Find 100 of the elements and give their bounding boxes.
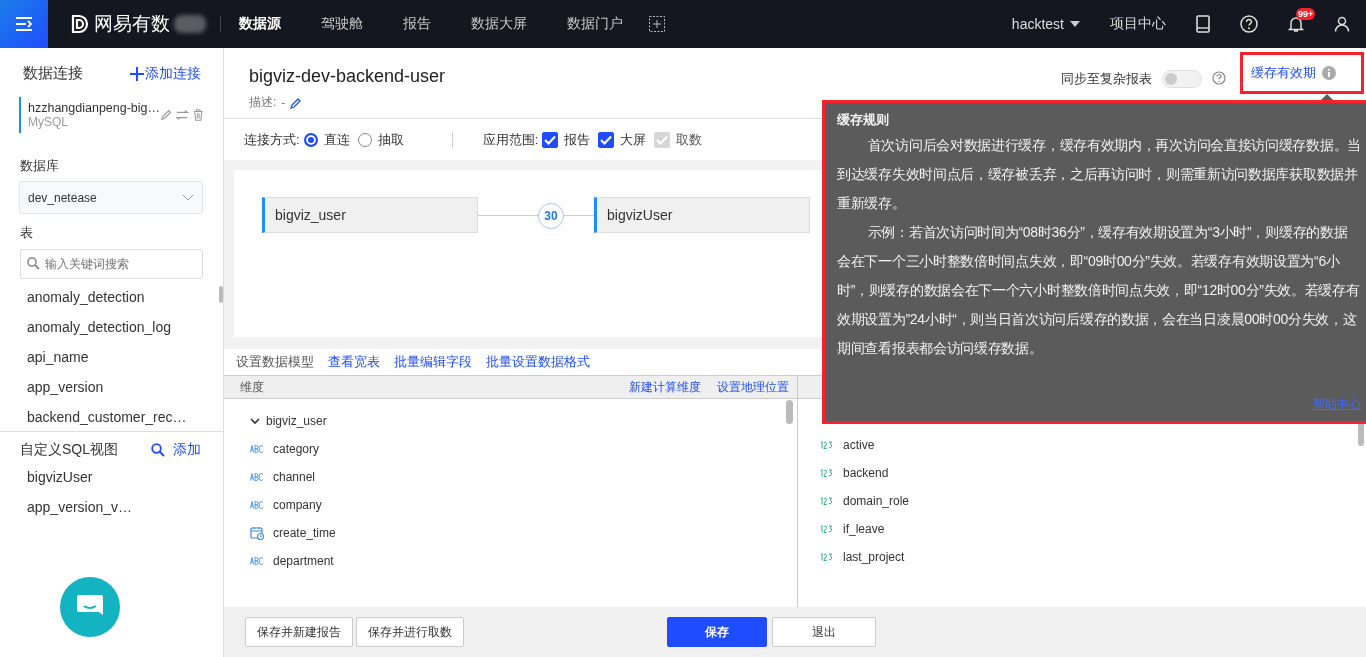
field-name: create_time xyxy=(273,526,336,540)
checkmark-icon xyxy=(544,134,557,145)
join-count[interactable]: 30 xyxy=(538,203,564,229)
toolbar-link[interactable]: 批量编辑字段 xyxy=(394,353,472,371)
tablet-icon[interactable] xyxy=(1196,15,1210,33)
number-type-icon xyxy=(820,525,834,533)
field-name: company xyxy=(273,498,322,512)
search-field[interactable]: 输入关键词搜索 xyxy=(20,249,203,279)
field-row[interactable]: create_time xyxy=(250,519,797,547)
notification-badge: 99+ xyxy=(1296,8,1316,20)
add-connection-link[interactable]: 添加连接 xyxy=(130,64,201,83)
sync-toggle[interactable] xyxy=(1162,70,1202,88)
search-icon xyxy=(27,257,40,270)
option-label: 连接方式: xyxy=(244,130,300,149)
connection-item[interactable]: hzzhangdianpeng-big… MySQL xyxy=(19,97,203,133)
footer-button[interactable]: 退出 xyxy=(772,617,876,647)
database-select[interactable]: dev_netease xyxy=(19,181,203,214)
scrollbar-thumb[interactable] xyxy=(786,400,793,424)
field-row[interactable]: department xyxy=(250,547,797,575)
field-name: backend xyxy=(843,466,889,480)
header-link[interactable]: 新建计算维度 xyxy=(629,378,701,396)
field-label: 数据库 xyxy=(20,157,60,175)
scrollbar-thumb[interactable] xyxy=(219,286,223,303)
chevron-down-icon xyxy=(182,194,194,201)
nav-tab[interactable]: 数据门户 xyxy=(567,15,623,33)
number-type-icon xyxy=(820,469,834,477)
workspace-dropdown[interactable]: hacktest xyxy=(1011,16,1080,32)
field-name: if_leave xyxy=(843,522,885,536)
section-title: 自定义SQL视图 xyxy=(20,441,118,459)
menu-icon xyxy=(15,16,33,32)
number-type-icon xyxy=(820,441,834,449)
field-row[interactable]: channel xyxy=(250,463,797,491)
footer-button[interactable]: 保存并新建报告 xyxy=(245,617,353,647)
nav-tab[interactable]: 驾驶舱 xyxy=(321,15,363,33)
field-name: domain_role xyxy=(843,494,910,508)
table-item[interactable]: anomaly_detection_log xyxy=(0,312,223,342)
table-item[interactable]: app_version xyxy=(0,372,223,402)
toolbar-link[interactable]: 查看宽表 xyxy=(328,353,380,371)
tooltip-paragraph: 首次访问后会对数据进行缓存，缓存有效期内，再次访问会直接访问缓存数据。当到达缓存失效时间点后，缓存被丢弃，之后再访问时，则需重新访问数据库获取数据并重新缓存。 xyxy=(837,136,1361,213)
field-row[interactable]: last_project xyxy=(820,543,1366,571)
field-row[interactable]: company xyxy=(250,491,797,519)
checkmark-icon xyxy=(656,134,669,145)
footer-button[interactable]: 保存并进行取数 xyxy=(356,617,464,647)
view-item[interactable]: bigvizUser xyxy=(0,462,223,492)
description-label: 描述: xyxy=(249,94,277,111)
footer-button[interactable]: 保存 xyxy=(667,617,767,647)
radio-option[interactable]: 抽取 xyxy=(357,130,404,149)
table-node[interactable]: bigviz_user xyxy=(262,197,478,233)
nav-tab[interactable]: 数据大屏 xyxy=(471,15,527,33)
group-row[interactable]: bigviz_user xyxy=(250,407,797,435)
nav-tab[interactable]: 报告 xyxy=(403,15,431,33)
header-link[interactable]: 设置地理位置 xyxy=(717,378,789,396)
field-name: active xyxy=(843,438,875,452)
field-name: department xyxy=(273,554,334,568)
project-center-link[interactable]: 项目中心 xyxy=(1110,15,1166,33)
plus-icon xyxy=(130,66,144,81)
add-icon[interactable] xyxy=(649,16,665,32)
trash-icon[interactable] xyxy=(192,108,203,122)
tooltip-paragraph: 示例：若首次访问时间为“08时36分”，缓存有效期设置为“3小时”，则缓存的数据会在下一个三小时整数倍时间点失效，即“09时00分”失效。若缓存有效期设置为“6小时”，则缓存的数据会在下一个六小时整数倍时间点失效，即“12时00分”失效。若缓存有效期设置为”24小时“，则当日首次访问后缓存的数据，会在当日凌晨00时00分失效，这期间查看报表都会访问缓存数据。 xyxy=(837,223,1361,358)
table-item[interactable]: backend_customer_rec… xyxy=(0,402,223,432)
view-item[interactable]: app_version_v… xyxy=(0,492,223,522)
bell-icon[interactable] xyxy=(1288,15,1304,33)
cache-validity-link[interactable]: 缓存有效期 xyxy=(1251,64,1316,82)
field-label: 表 xyxy=(20,224,34,242)
user-icon[interactable] xyxy=(1334,16,1350,32)
logo-icon xyxy=(70,14,90,34)
table-item[interactable]: anomaly_detection xyxy=(0,282,223,312)
checkbox-option[interactable]: 大屏 xyxy=(598,130,647,149)
table-node[interactable]: bigvizUser xyxy=(594,197,810,233)
number-type-icon xyxy=(820,553,834,561)
field-row[interactable]: category xyxy=(250,435,797,463)
caret-icon xyxy=(1070,21,1080,27)
field-row[interactable]: active xyxy=(820,431,1366,459)
checkmark-icon xyxy=(600,134,613,145)
nav-tab[interactable]: 数据源 xyxy=(239,15,281,33)
chat-button[interactable] xyxy=(60,577,120,637)
toolbar-link[interactable]: 批量设置数据格式 xyxy=(486,353,590,371)
tooltip-title: 缓存规则 xyxy=(837,111,890,129)
pencil-icon[interactable] xyxy=(290,96,303,109)
field-name: category xyxy=(273,442,320,456)
field-row[interactable]: if_leave xyxy=(820,515,1366,543)
swap-icon[interactable] xyxy=(176,109,189,121)
table-item[interactable]: api_name xyxy=(0,342,223,372)
search-icon[interactable] xyxy=(151,443,165,457)
menu-button[interactable] xyxy=(0,0,48,48)
field-row[interactable]: backend xyxy=(820,459,1366,487)
chevron-icon xyxy=(250,416,260,426)
pencil-icon[interactable] xyxy=(160,108,173,122)
description-value: - xyxy=(281,95,286,110)
field-name: channel xyxy=(273,470,316,484)
checkbox-option[interactable]: 报告 xyxy=(542,130,591,149)
field-name: last_project xyxy=(843,550,905,564)
section-title: 数据连接 xyxy=(23,64,83,83)
connector-line xyxy=(564,215,594,216)
add-view-link[interactable]: 添加 xyxy=(173,441,201,459)
sync-label: 同步至复杂报表 xyxy=(1061,70,1152,88)
section-title: 设置数据模型 xyxy=(236,353,314,371)
field-row[interactable]: domain_role xyxy=(820,487,1366,515)
radio-option[interactable]: 直连 xyxy=(303,130,350,149)
redaction-blur xyxy=(174,15,206,33)
